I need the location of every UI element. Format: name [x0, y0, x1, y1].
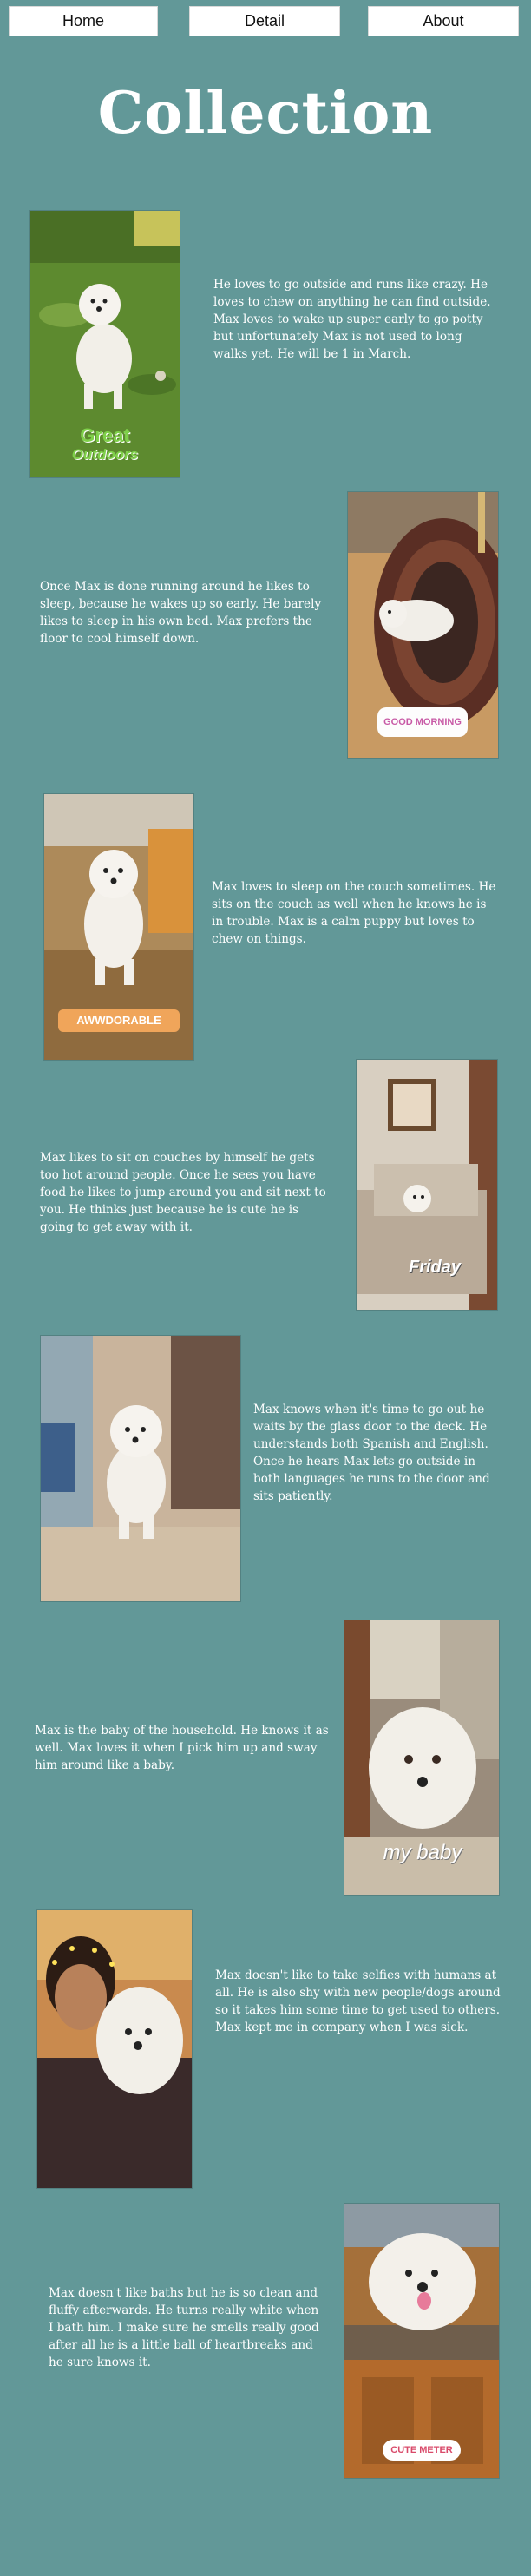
sticker-friday: Friday	[408, 1258, 462, 1277]
page-title: Collection	[97, 79, 434, 147]
photo-dog-on-couch: AWWDORABLE	[43, 793, 194, 1061]
sticker-cute-meter: CUTE METER	[383, 2440, 461, 2461]
sticker-great-outdoors: Great Outdoors	[46, 426, 164, 464]
photo-dog-on-armchair: Friday	[356, 1059, 498, 1311]
sticker-awwdorable: AWWDORABLE	[58, 1009, 180, 1032]
caption-5: Max knows when it's time to go out he wa…	[253, 1403, 490, 1503]
photo-dog-on-grass: Great Outdoors	[30, 210, 180, 478]
nav-about-button[interactable]: About	[368, 6, 519, 36]
dog-by-door-image	[41, 1336, 240, 1601]
nav-detail-button[interactable]: Detail	[189, 6, 340, 36]
photo-dog-by-door	[40, 1335, 241, 1602]
caption-7: Max doesn't like to take selfies with hu…	[215, 1968, 501, 2034]
photo-dog-on-rug: GOOD MORNING	[347, 491, 499, 759]
photo-dog-after-bath: CUTE METER	[344, 2203, 500, 2479]
photo-dog-held-as-baby: my baby	[344, 1620, 500, 1896]
sticker-good-morning: GOOD MORNING	[377, 707, 468, 737]
sticker-my-baby: my baby	[383, 1841, 462, 1864]
caption-1: He loves to go outside and runs like cra…	[213, 278, 491, 361]
caption-6: Max is the baby of the household. He kno…	[35, 1724, 329, 1772]
caption-3: Max loves to sleep on the couch sometime…	[212, 880, 496, 946]
nav-home-button[interactable]: Home	[9, 6, 158, 36]
caption-2: Once Max is done running around he likes…	[40, 580, 322, 646]
caption-4: Max likes to sit on couches by himself h…	[40, 1151, 326, 1234]
photo-selfie-with-dog	[36, 1909, 193, 2189]
sticker-line-1: Great	[80, 424, 130, 446]
dog-after-bath-image	[344, 2204, 499, 2478]
caption-8: Max doesn't like baths but he is so clea…	[49, 2286, 319, 2369]
sticker-line-2: Outdoors	[71, 446, 139, 463]
selfie-image	[37, 1910, 192, 2188]
